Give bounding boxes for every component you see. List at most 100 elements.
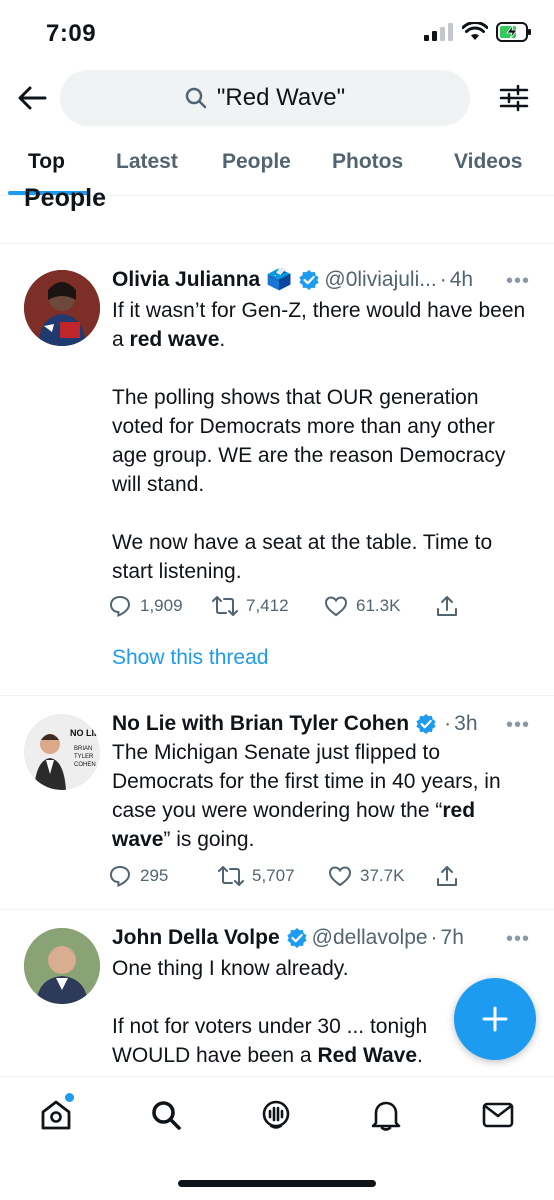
nav-messages[interactable] — [478, 1095, 518, 1135]
nav-home[interactable] — [36, 1093, 76, 1135]
timestamp[interactable]: 7h — [441, 926, 464, 950]
share-icon — [437, 866, 457, 886]
reply-button[interactable]: 295 — [108, 864, 218, 888]
home-icon — [41, 1100, 71, 1130]
retweet-icon — [212, 596, 238, 616]
sliders-icon — [499, 84, 529, 112]
spaces-icon — [262, 1100, 290, 1129]
search-highlight: Red Wave — [317, 1044, 418, 1067]
home-indicator[interactable] — [178, 1180, 376, 1187]
tweet[interactable]: NO LIE BRIAN TYLER COHEN No Lie with Bri… — [0, 696, 554, 910]
reply-count: 295 — [140, 866, 169, 885]
tweet-text: The Michigan Senate just flipped to Demo… — [112, 738, 532, 854]
nav-explore[interactable] — [146, 1095, 186, 1135]
more-options-icon[interactable]: ••• — [506, 928, 530, 951]
search-input[interactable]: "Red Wave" — [60, 70, 470, 126]
share-icon — [437, 596, 457, 616]
like-button[interactable]: 61.3K — [324, 595, 436, 617]
tweet-paragraph: The polling shows that OUR generation vo… — [112, 386, 506, 496]
verified-badge-icon — [415, 713, 437, 735]
like-count: 61.3K — [356, 596, 401, 615]
more-options-icon[interactable]: ••• — [506, 714, 530, 737]
retweet-icon — [218, 866, 244, 886]
retweet-count: 7,412 — [246, 596, 289, 615]
tweet-paragraph: The Michigan Senate just flipped to Demo… — [112, 741, 501, 851]
tab-people[interactable]: People — [222, 150, 291, 174]
separator-dot: · — [430, 926, 438, 949]
svg-text:COHEN: COHEN — [74, 762, 96, 768]
tweet-paragraph: One thing I know already. — [112, 957, 349, 980]
notification-dot — [65, 1093, 74, 1102]
search-highlight: red wave — [129, 328, 220, 351]
avatar-image — [24, 928, 100, 1004]
status-icons — [424, 22, 532, 42]
tweet-text: If it wasn’t for Gen-Z, there would have… — [112, 296, 532, 586]
like-count: 37.7K — [360, 866, 405, 885]
signal-icon — [424, 23, 453, 41]
timestamp[interactable]: 4h — [450, 268, 473, 292]
verified-badge-icon — [286, 927, 308, 949]
reply-icon — [109, 595, 131, 618]
nav-notifications[interactable] — [366, 1095, 406, 1135]
separator-dot: · — [439, 268, 447, 291]
more-options-icon[interactable]: ••• — [506, 270, 530, 293]
back-button[interactable] — [14, 80, 50, 116]
tweet-paragraph: If it wasn’t for Gen-Z, there would have… — [112, 299, 526, 351]
like-button[interactable]: 37.7K — [328, 865, 436, 887]
heart-icon — [324, 596, 348, 617]
tab-top[interactable]: Top — [28, 150, 65, 174]
retweet-button[interactable]: 5,707 — [218, 865, 328, 887]
bell-icon — [371, 1101, 401, 1131]
display-name[interactable]: John Della Volpe — [112, 926, 280, 950]
tab-latest[interactable]: Latest — [116, 150, 178, 174]
wifi-icon — [462, 22, 488, 40]
handle[interactable]: @0liviajuli... — [324, 268, 436, 292]
search-icon — [185, 87, 207, 109]
handle[interactable]: @dellavolpe — [312, 926, 428, 950]
tweet-actions: 295 5,707 37.7K — [108, 864, 458, 888]
tweet-paragraph: We now have a seat at the table. Time to… — [112, 531, 493, 583]
tweet-actions: 1,909 7,412 61.3K — [108, 594, 458, 618]
verified-badge-icon — [298, 269, 320, 291]
battery-charging-icon — [496, 22, 531, 42]
reply-count: 1,909 — [140, 596, 183, 615]
timestamp[interactable]: 3h — [454, 712, 477, 736]
tab-photos[interactable]: Photos — [332, 150, 403, 174]
ballot-box-emoji: 🗳️ — [266, 268, 293, 291]
heart-icon — [328, 866, 352, 887]
plus-icon — [482, 1006, 508, 1032]
nav-spaces[interactable] — [256, 1095, 296, 1135]
status-bar: 7:09 — [0, 0, 554, 66]
tweet-header: John Della Volpe @dellavolpe · 7h — [112, 926, 530, 950]
search-query: "Red Wave" — [216, 84, 346, 111]
avatar[interactable] — [24, 270, 100, 346]
avatar-logo-text: NO LIE — [70, 728, 100, 738]
avatar[interactable]: NO LIE BRIAN TYLER COHEN — [24, 714, 100, 790]
retweet-count: 5,707 — [252, 866, 295, 885]
share-button[interactable] — [436, 864, 458, 888]
share-button[interactable] — [436, 594, 458, 618]
arrow-left-icon — [18, 86, 47, 110]
compose-tweet-button[interactable] — [454, 978, 536, 1060]
tweet[interactable]: Olivia Julianna 🗳️ @0liviajuli... · 4h •… — [0, 244, 554, 696]
search-filter-button[interactable] — [496, 80, 532, 116]
reply-button[interactable]: 1,909 — [108, 594, 212, 618]
separator-dot: · — [444, 712, 452, 735]
svg-text:BRIAN: BRIAN — [74, 746, 92, 752]
search-icon — [152, 1101, 181, 1130]
status-time: 7:09 — [46, 20, 97, 47]
search-header: "Red Wave" — [0, 66, 554, 130]
avatar-image: NO LIE BRIAN TYLER COHEN — [24, 714, 100, 790]
avatar-image — [24, 270, 100, 346]
section-heading: People — [24, 184, 106, 212]
tweet-header: Olivia Julianna 🗳️ @0liviajuli... · 4h — [112, 268, 530, 292]
show-thread-link[interactable]: Show this thread — [112, 646, 268, 670]
mail-icon — [482, 1102, 514, 1128]
reply-icon — [109, 865, 131, 888]
display-name[interactable]: Olivia Julianna — [112, 268, 260, 292]
tweet-header: No Lie with Brian Tyler Cohen · 3h — [112, 712, 530, 736]
avatar[interactable] — [24, 928, 100, 1004]
retweet-button[interactable]: 7,412 — [212, 595, 324, 617]
display-name[interactable]: No Lie with Brian Tyler Cohen — [112, 712, 409, 736]
tab-videos[interactable]: Videos — [454, 150, 522, 174]
